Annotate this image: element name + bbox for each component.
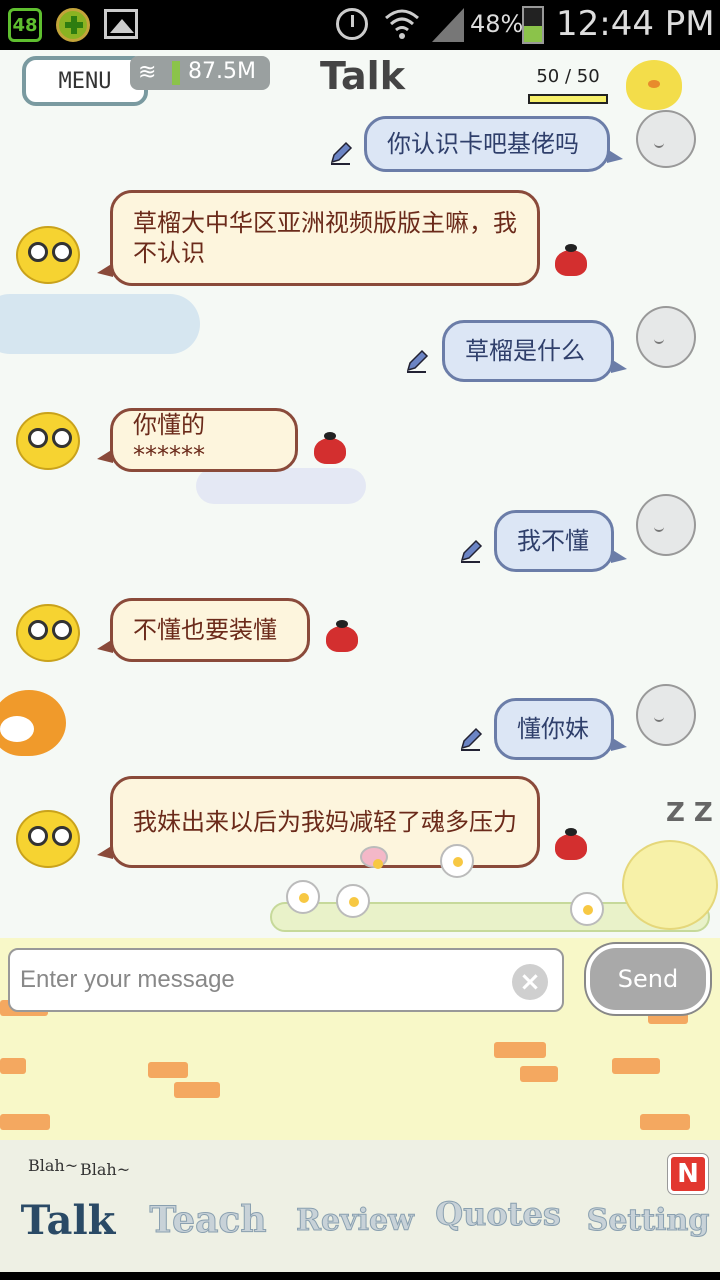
bot-message-bubble: 草榴大中华区亚洲视频版版主嘛，我不认识	[97, 190, 540, 286]
counter-progress-bar	[528, 94, 608, 104]
bot-avatar	[16, 604, 80, 662]
user-avatar	[636, 306, 696, 368]
send-button[interactable]: Send	[586, 944, 710, 1014]
cloud-decoration	[0, 294, 200, 354]
tab-review[interactable]: Review	[296, 1190, 415, 1250]
page-title: Talk	[320, 54, 405, 98]
user-message-bubble: 懂你妹	[494, 698, 627, 760]
flower-icon	[440, 844, 474, 878]
bot-message-bubble: 你懂的******	[97, 408, 298, 472]
bottom-edge	[0, 1272, 720, 1280]
ladybug-icon	[555, 244, 587, 276]
data-usage-value: 87.5M	[188, 59, 256, 84]
blah-decoration: Blah~	[28, 1156, 79, 1175]
data-usage-badge: ≋ 87.5M	[130, 56, 270, 90]
cloud-decoration	[196, 468, 366, 504]
user-avatar	[636, 110, 696, 168]
user-message-bubble: 你认识卡吧基佬吗	[364, 116, 623, 172]
bottom-tab-bar: Blah~ Blah~ Talk Teach Review Quotes Set…	[0, 1140, 720, 1272]
clock: 12:44 PM	[556, 4, 715, 44]
ladybug-icon	[314, 432, 346, 464]
header: MENU ≋ 87.5M Talk 50 / 50	[0, 50, 720, 120]
message-counter: 50 / 50	[536, 66, 600, 87]
flower-icon	[336, 884, 370, 918]
tab-quotes[interactable]: Quotes	[435, 1184, 562, 1244]
pencil-icon[interactable]	[458, 538, 484, 564]
flower-icon	[286, 880, 320, 914]
status-bar: 48 48% 12:44 PM	[0, 0, 720, 50]
bot-avatar	[16, 412, 80, 470]
pencil-icon[interactable]	[328, 140, 354, 166]
clear-icon[interactable]: ×	[512, 964, 548, 1000]
brick-decoration	[494, 1042, 546, 1058]
picture-icon	[104, 9, 138, 39]
tab-setting[interactable]: Setting	[586, 1190, 710, 1250]
brick-decoration	[612, 1058, 660, 1074]
brick-decoration	[148, 1062, 188, 1078]
signal-icon	[432, 8, 464, 42]
brick-decoration	[174, 1082, 220, 1098]
sleepy-mascot-icon	[622, 840, 718, 930]
wifi-icon: ≋	[138, 60, 157, 85]
bot-avatar	[16, 226, 80, 284]
plus-app-icon	[56, 8, 90, 42]
flower-icon	[570, 892, 604, 926]
brick-decoration	[640, 1114, 690, 1130]
alarm-icon	[336, 8, 368, 40]
user-avatar	[636, 684, 696, 746]
ladybug-icon	[326, 620, 358, 652]
brick-decoration	[0, 1058, 26, 1074]
user-avatar	[636, 494, 696, 556]
message-input[interactable]	[20, 960, 500, 1000]
orange-bird-icon	[0, 690, 66, 756]
tab-talk[interactable]: Talk	[10, 1190, 126, 1250]
blah-decoration: Blah~	[80, 1160, 131, 1179]
pencil-icon[interactable]	[404, 348, 430, 374]
notification-count-icon: 48	[8, 8, 42, 42]
usage-bar	[172, 61, 180, 85]
user-message-bubble: 草榴是什么	[442, 320, 627, 382]
user-message-bubble: 我不懂	[494, 510, 627, 572]
brick-decoration	[520, 1066, 558, 1082]
wifi-icon	[385, 9, 419, 39]
battery-icon	[522, 6, 544, 44]
battery-percent: 48%	[470, 10, 524, 38]
brick-decoration	[0, 1114, 50, 1130]
pencil-icon[interactable]	[458, 726, 484, 752]
bot-avatar	[16, 810, 80, 868]
message-input-box: ×	[8, 948, 564, 1012]
sleep-zz: Z Z	[666, 798, 713, 828]
new-badge[interactable]: N	[668, 1154, 708, 1194]
chick-mascot-icon	[626, 60, 682, 110]
tab-teach[interactable]: Teach	[149, 1190, 267, 1250]
bot-message-bubble: 不懂也要装懂	[97, 598, 310, 662]
input-area: × Send	[0, 938, 720, 1140]
butterfly-icon	[360, 846, 388, 869]
chat-app: MENU ≋ 87.5M Talk 50 / 50 你认识卡吧基佬吗 草榴大中华…	[0, 50, 720, 1272]
